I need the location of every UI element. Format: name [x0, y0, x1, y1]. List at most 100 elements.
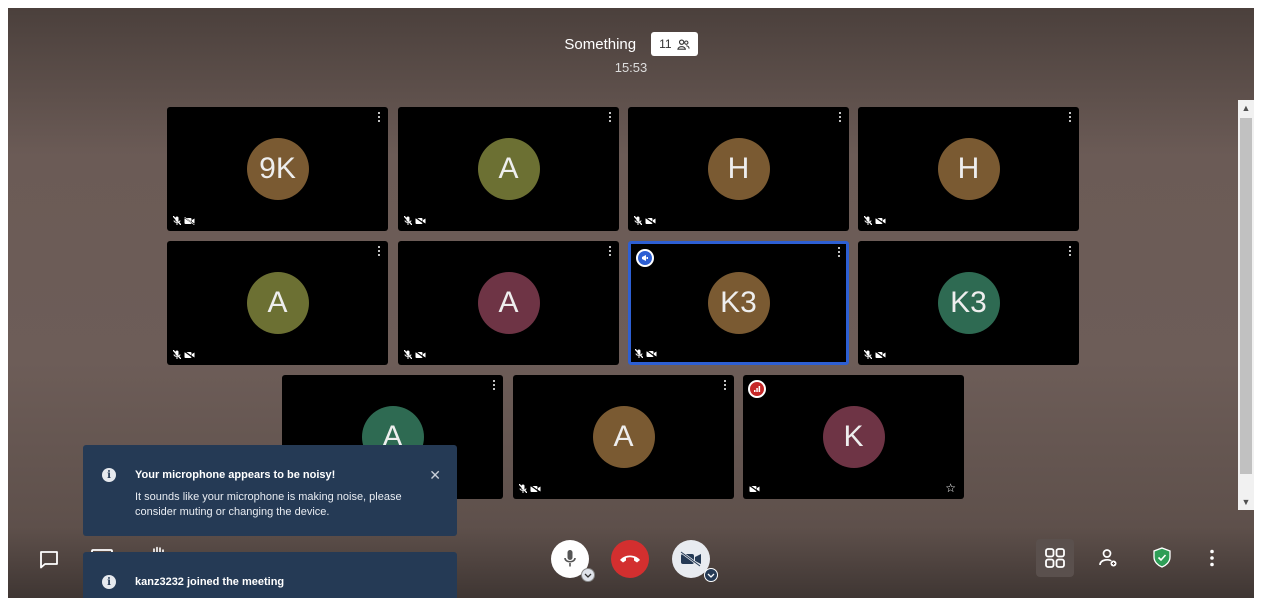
mic-muted-icon — [173, 350, 181, 359]
mic-muted-icon — [519, 484, 527, 493]
chat-icon — [40, 550, 58, 568]
tile-status — [634, 216, 656, 225]
participant-tile[interactable]: 9K — [167, 107, 388, 231]
mic-muted-icon — [635, 349, 643, 358]
mic-button[interactable] — [551, 540, 595, 582]
avatar: H — [937, 138, 1000, 200]
mic-options-caret[interactable] — [581, 568, 595, 582]
moderator-icon — [636, 249, 654, 267]
avatar: K — [822, 406, 885, 468]
microphone-icon — [564, 550, 576, 567]
camera-off-icon — [646, 349, 657, 358]
notification-title: kanz3232 joined the meeting — [135, 576, 285, 588]
tile-menu-icon[interactable] — [607, 112, 613, 124]
avatar: K3 — [707, 272, 770, 334]
tile-status — [404, 350, 426, 359]
tile-menu-icon[interactable] — [491, 380, 497, 392]
scrollbar[interactable]: ▲ ▼ — [1238, 100, 1254, 510]
meeting-title: Something — [564, 35, 637, 53]
tile-status — [404, 216, 426, 225]
chat-button[interactable] — [36, 546, 62, 572]
shield-icon — [1153, 546, 1171, 568]
participant-tile[interactable]: A — [398, 107, 619, 231]
tile-menu-icon[interactable] — [1067, 112, 1073, 124]
tile-menu-icon[interactable] — [376, 246, 382, 258]
participant-tile[interactable]: A — [513, 375, 734, 499]
noisy-mic-notification: i Your microphone appears to be noisy! I… — [83, 445, 457, 536]
mic-muted-icon — [173, 216, 181, 225]
tile-status — [749, 485, 760, 493]
tile-view-button[interactable] — [1036, 539, 1074, 577]
participant-tile[interactable]: K ☆ — [743, 375, 964, 499]
participant-tile[interactable]: H — [858, 107, 1079, 231]
avatar: A — [592, 406, 655, 468]
chevron-down-icon — [584, 573, 592, 578]
tile-status — [173, 216, 195, 225]
tile-menu-icon[interactable] — [607, 246, 613, 258]
mic-muted-icon — [404, 350, 412, 359]
avatar: H — [707, 138, 770, 200]
camera-off-icon — [530, 484, 541, 493]
mic-muted-icon — [864, 216, 872, 225]
tile-menu-icon[interactable] — [722, 380, 728, 392]
mic-muted-icon — [864, 350, 872, 359]
camera-off-icon — [184, 216, 195, 225]
connection-quality-icon — [748, 380, 766, 398]
tile-menu-icon[interactable] — [1067, 246, 1073, 258]
tile-menu-icon[interactable] — [836, 247, 842, 259]
tile-status — [864, 350, 886, 359]
participant-tile[interactable]: K3 — [858, 241, 1079, 365]
participant-tile[interactable]: A — [167, 241, 388, 365]
hangup-button[interactable] — [611, 540, 649, 578]
more-vertical-icon — [1210, 549, 1214, 567]
hangup-icon — [620, 555, 640, 563]
participant-count: 11 — [659, 37, 672, 51]
participant-joined-notification: i kanz3232 joined the meeting — [83, 552, 457, 598]
camera-button[interactable] — [672, 540, 718, 582]
security-button[interactable] — [1150, 544, 1174, 570]
camera-options-caret[interactable] — [704, 568, 718, 582]
participants-icon — [676, 38, 690, 50]
camera-off-icon — [415, 216, 426, 225]
avatar: 9K — [246, 138, 309, 200]
scroll-up-icon[interactable]: ▲ — [1238, 100, 1254, 116]
participant-tile[interactable]: A — [398, 241, 619, 365]
info-icon: i — [102, 575, 116, 589]
chevron-down-icon — [707, 573, 715, 578]
tile-menu-icon[interactable] — [376, 112, 382, 124]
add-participant-icon — [1099, 549, 1117, 567]
camera-off-icon — [415, 350, 426, 359]
star-icon[interactable]: ☆ — [945, 481, 956, 495]
camera-off-icon — [680, 551, 701, 567]
camera-off-icon — [645, 216, 656, 225]
meeting-stage: Something 11 15:53 9K A H H A A K3 K3 A … — [8, 8, 1254, 598]
participant-tile-active-speaker[interactable]: K3 — [628, 241, 849, 365]
participant-tile[interactable]: H — [628, 107, 849, 231]
tile-status — [635, 349, 657, 358]
more-options-button[interactable] — [1204, 546, 1220, 570]
scroll-down-icon[interactable]: ▼ — [1238, 494, 1254, 510]
info-icon: i — [102, 468, 116, 482]
close-icon[interactable]: ✕ — [429, 467, 441, 484]
camera-off-icon — [875, 350, 886, 359]
camera-off-icon — [184, 350, 195, 359]
camera-off-icon — [749, 485, 760, 493]
participant-count-button[interactable]: 11 — [651, 32, 698, 56]
notification-title: Your microphone appears to be noisy! — [135, 469, 336, 481]
mic-muted-icon — [404, 216, 412, 225]
meeting-header: Something 11 15:53 — [8, 8, 1254, 88]
tile-status — [173, 350, 195, 359]
mic-muted-icon — [634, 216, 642, 225]
tile-status — [864, 216, 886, 225]
scroll-thumb[interactable] — [1240, 118, 1252, 474]
avatar: A — [246, 272, 309, 334]
tile-menu-icon[interactable] — [837, 112, 843, 124]
avatar: A — [477, 138, 540, 200]
camera-off-icon — [875, 216, 886, 225]
meeting-timer: 15:53 — [614, 60, 648, 75]
notification-body: It sounds like your microphone is making… — [135, 491, 402, 518]
avatar: A — [477, 272, 540, 334]
tile-status — [519, 484, 541, 493]
avatar: K3 — [937, 272, 1000, 334]
invite-button[interactable] — [1096, 546, 1120, 570]
